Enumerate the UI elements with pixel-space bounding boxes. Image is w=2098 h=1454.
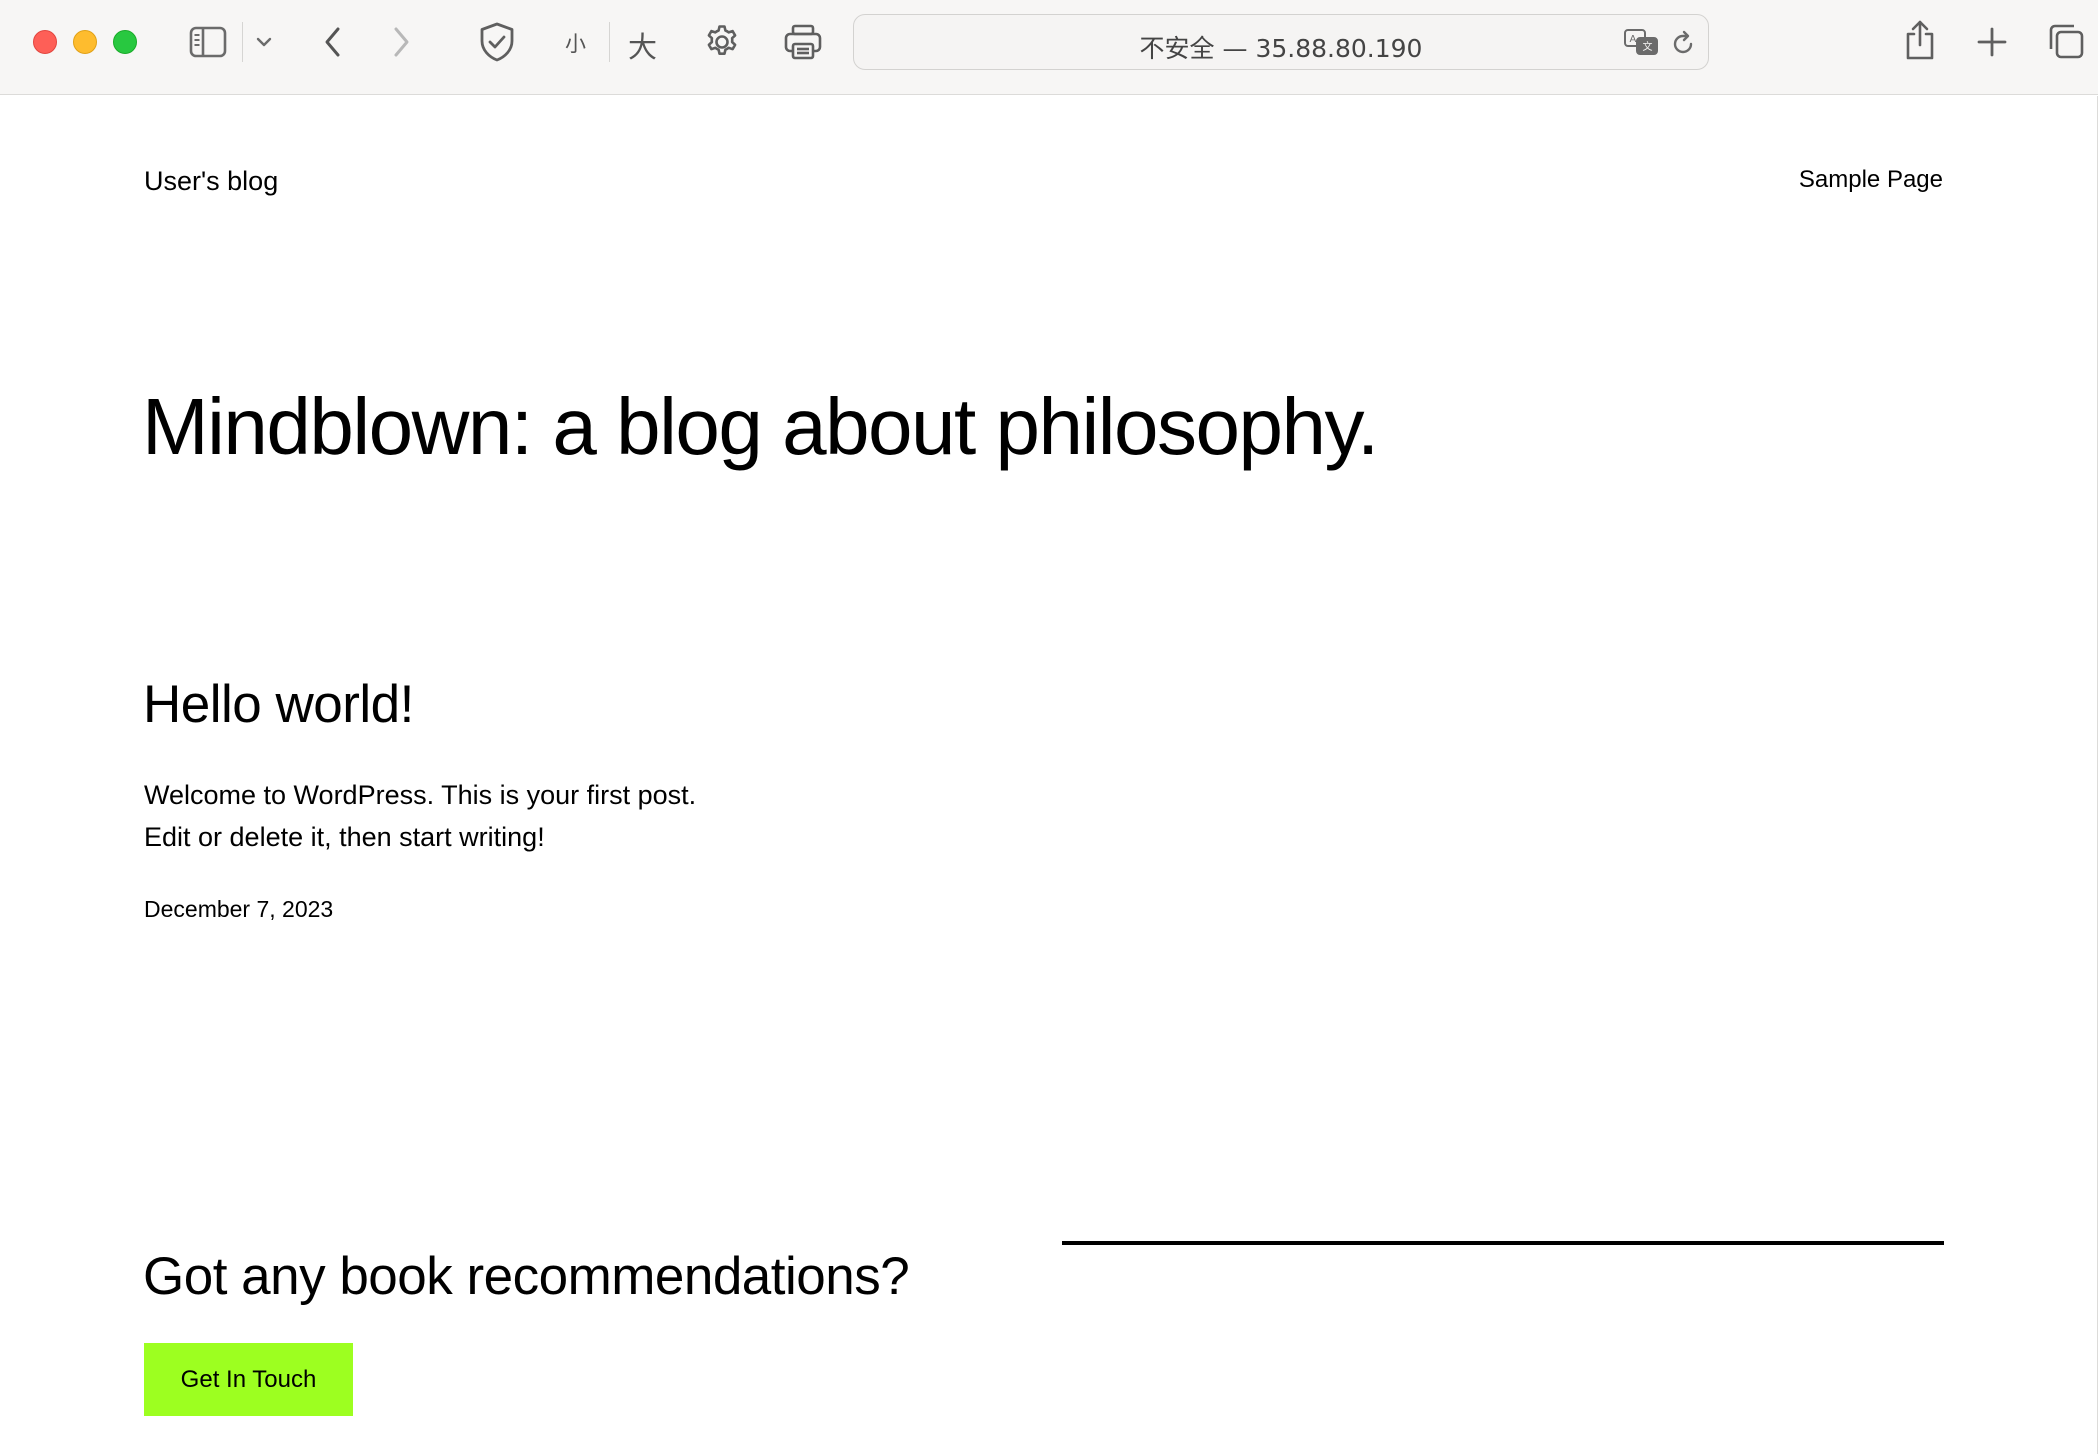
get-in-touch-button[interactable]: Get In Touch (144, 1343, 353, 1416)
tabs-overview-icon[interactable] (2046, 20, 2086, 62)
toolbar-divider (609, 22, 610, 62)
section-divider (1062, 1241, 1944, 1245)
chevron-right-icon[interactable] (386, 22, 416, 62)
translate-icon[interactable]: A 文 (1622, 27, 1662, 59)
address-bar[interactable]: 不安全 — 35.88.80.190 A 文 (853, 14, 1709, 70)
font-smaller-button[interactable]: 小 (565, 28, 586, 58)
window-zoom-button[interactable] (113, 30, 137, 54)
sidebar-icon[interactable] (188, 24, 228, 60)
plus-icon[interactable] (1974, 24, 2010, 60)
post-excerpt-line: Welcome to WordPress. This is your first… (144, 780, 697, 810)
site-title-link[interactable]: User's blog (144, 166, 278, 197)
window-minimize-button[interactable] (73, 30, 97, 54)
post-date: December 7, 2023 (144, 896, 334, 922)
nav-sample-page-link[interactable]: Sample Page (1799, 166, 1943, 194)
shield-check-icon[interactable] (476, 20, 518, 64)
post-excerpt-line: Edit or delete it, then start writing! (144, 822, 545, 852)
printer-icon[interactable] (782, 22, 824, 62)
cta-title: Got any book recommendations? (143, 1247, 910, 1306)
toolbar-divider (242, 22, 243, 62)
font-larger-button[interactable]: 大 (628, 24, 657, 66)
web-page: User's blog Sample Page Mindblown: a blo… (0, 96, 2098, 1454)
svg-text:文: 文 (1643, 40, 1653, 53)
gear-icon[interactable] (702, 22, 742, 62)
chevron-left-icon[interactable] (318, 22, 348, 62)
hero-title: Mindblown: a blog about philosophy. (142, 382, 1379, 471)
post-title-link[interactable]: Hello world! (143, 674, 414, 735)
share-icon[interactable] (1900, 18, 1940, 62)
svg-text:A: A (1630, 34, 1637, 45)
post-excerpt: Welcome to WordPress. This is your first… (144, 774, 696, 858)
address-text: 不安全 — 35.88.80.190 (1139, 34, 1423, 63)
chevron-down-icon[interactable] (253, 32, 275, 52)
window-close-button[interactable] (33, 30, 57, 54)
browser-toolbar: 小 大 不安全 — 35.88.80.190 A 文 (0, 0, 2098, 95)
reload-icon[interactable] (1668, 29, 1698, 59)
